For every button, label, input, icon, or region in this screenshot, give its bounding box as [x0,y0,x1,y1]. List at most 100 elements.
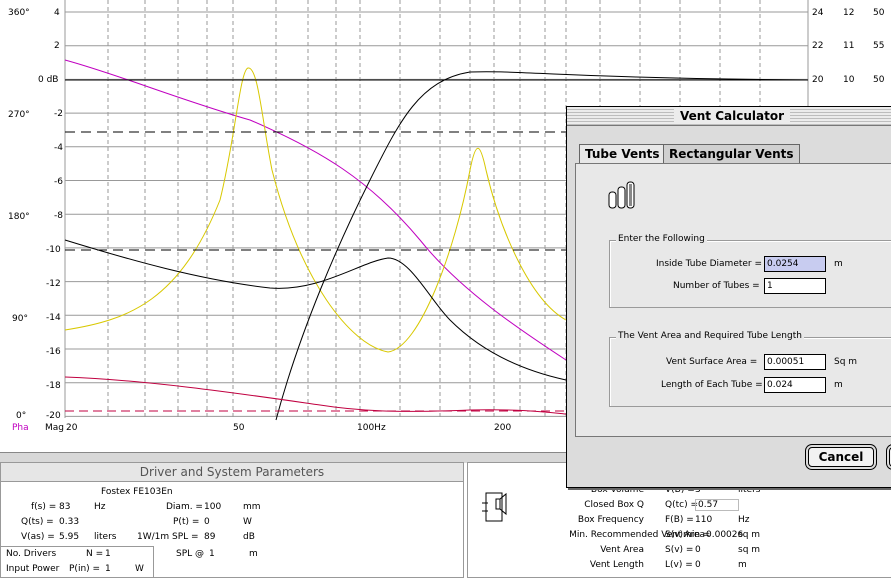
box-param-unit: sq m [738,530,761,540]
tab-rectangular-vents[interactable]: Rectangular Vents [663,144,800,163]
box-param-value[interactable]: 110 [695,515,712,525]
mag-tick-label: 0 dB [38,75,59,85]
dialog-title-bar[interactable]: Vent Calculator [567,107,891,126]
spl-at-label: SPL @ [176,549,205,559]
box-param-value[interactable]: 0 [695,560,701,570]
freq-label-200: 200 [494,423,512,433]
speaker-box-icon [482,492,507,522]
fs-unit: Hz [94,502,106,512]
mag-tick-label: -2 [54,109,63,119]
mag-tick-label: -8 [54,211,63,221]
tube-length-unit: m [834,380,843,390]
right-scale-2-top: 12 [843,8,855,18]
mag-tick-label: -20 [46,411,61,421]
spl-unit: dB [243,532,255,542]
input-power-unit: W [135,564,144,574]
tube-vents-icon [608,181,635,209]
freq-label-20: 20 [66,423,78,433]
box-param-unit: Hz [738,515,750,525]
tubes-label: Number of Tubes = [673,281,760,291]
phase-label-180: 180° [8,212,30,222]
box-param-value[interactable]: 0 [695,545,701,555]
spl-at-unit: m [249,549,258,559]
diam-value[interactable]: 100 [204,502,221,512]
box-param-label: Box Frequency [577,515,644,525]
diameter-input[interactable] [764,256,826,272]
vent-area-group-label: The Vent Area and Required Tube Length [616,331,804,341]
fs-value[interactable]: 83 [59,502,70,512]
mag-tick-label: -6 [54,177,63,187]
right-scale-2-mid: 11 [843,41,855,51]
phase-label-270: 270° [8,110,30,120]
phase-label-90: 90° [12,314,28,324]
pt-label: P(t) = [173,517,200,527]
right-scale-3-mid: 55 [873,41,885,51]
vas-value[interactable]: 5.95 [59,532,79,542]
right-scale-1-mid: 22 [812,41,824,51]
cancel-button[interactable]: Cancel [808,447,874,467]
axis-label-pha: Pha [12,423,29,433]
mag-tick-label: -14 [46,313,61,323]
spl-label: 1W/1m SPL = [137,532,199,542]
group-delay-curve-black [64,239,567,381]
box-param-unit: sq m [738,545,761,555]
box-param-symbol: S(v) = [665,545,694,555]
box-param-label: Vent Length [589,560,644,570]
vent-surface-area-output[interactable] [764,354,826,370]
box-param-symbol: F(B) = [665,515,694,525]
diam-unit: mm [243,502,261,512]
dialog-title: Vent Calculator [673,108,791,124]
tube-length-label: Length of Each Tube = [661,380,763,390]
enter-following-group: Enter the Following Inside Tube Diameter… [609,234,891,308]
freq-label-50: 50 [233,423,245,433]
diameter-unit: m [834,259,843,269]
num-drivers-symbol: N = [86,549,104,559]
box-param-symbol: Q(tc) = [665,500,698,510]
mag-tick-label: 4 [54,8,60,18]
phase-label-360: 360° [8,8,30,18]
tab-tube-vents[interactable]: Tube Vents [579,144,666,164]
right-scale-1-top: 24 [812,8,824,18]
impedance-curve-yellow [64,67,567,353]
vent-area-group: The Vent Area and Required Tube Length V… [609,331,891,407]
driver-panel-title: Driver and System Parameters [1,463,463,482]
vent-surface-area-unit: Sq m [834,357,858,367]
tubes-input[interactable] [764,278,826,294]
spl-value[interactable]: 89 [204,532,215,542]
vent-calculator-dialog: Vent Calculator Tube Vents Rectangular V… [566,106,891,488]
tube-vents-tab-panel: Enter the Following Inside Tube Diameter… [575,163,891,437]
mag-tick-label: -4 [54,143,63,153]
driver-parameters-panel: Driver and System Parameters Fostex FE10… [0,462,464,578]
box-param-value[interactable]: 0.57 [695,499,739,511]
box-param-unit: m [738,560,747,570]
right-scale-1-bot: 20 [812,75,824,85]
qts-value[interactable]: 0.33 [59,517,79,527]
qts-label: Q(ts) = [21,517,54,527]
driver-name[interactable]: Fostex FE103En [101,487,173,497]
mag-tick-label: 2 [54,41,60,51]
vent-surface-area-label: Vent Surface Area = [666,357,758,367]
spl-at-value[interactable]: 1 [209,549,215,559]
box-param-label: Vent Area [600,545,644,555]
mag-tick-label: -18 [46,381,61,391]
input-power-symbol: P(in) = [69,564,101,574]
input-power-value[interactable]: 1 [105,564,111,574]
phase-label-0: 0° [16,411,27,421]
right-scale-3-top: 50 [873,8,885,18]
freq-label-100hz: 100Hz [357,423,386,433]
enter-following-label: Enter the Following [616,234,707,244]
tube-length-output[interactable] [764,377,826,393]
num-drivers-label: No. Drivers [6,549,57,559]
fs-label: f(s) = [31,502,57,512]
pt-value[interactable]: 0 [204,517,210,527]
diam-label: Diam. = [166,502,203,512]
box-param-symbol: L(v) = [665,560,693,570]
mag-tick-label: -12 [46,279,61,289]
vas-unit: liters [94,532,117,542]
mag-tick-label: -10 [46,245,61,255]
num-drivers-value[interactable]: 1 [105,549,111,559]
right-scale-2-bot: 10 [843,75,855,85]
box-param-symbol: S(v)min = [665,530,711,540]
right-scale-3-bot: 50 [873,75,885,85]
box-param-label: Closed Box Q [584,500,644,510]
